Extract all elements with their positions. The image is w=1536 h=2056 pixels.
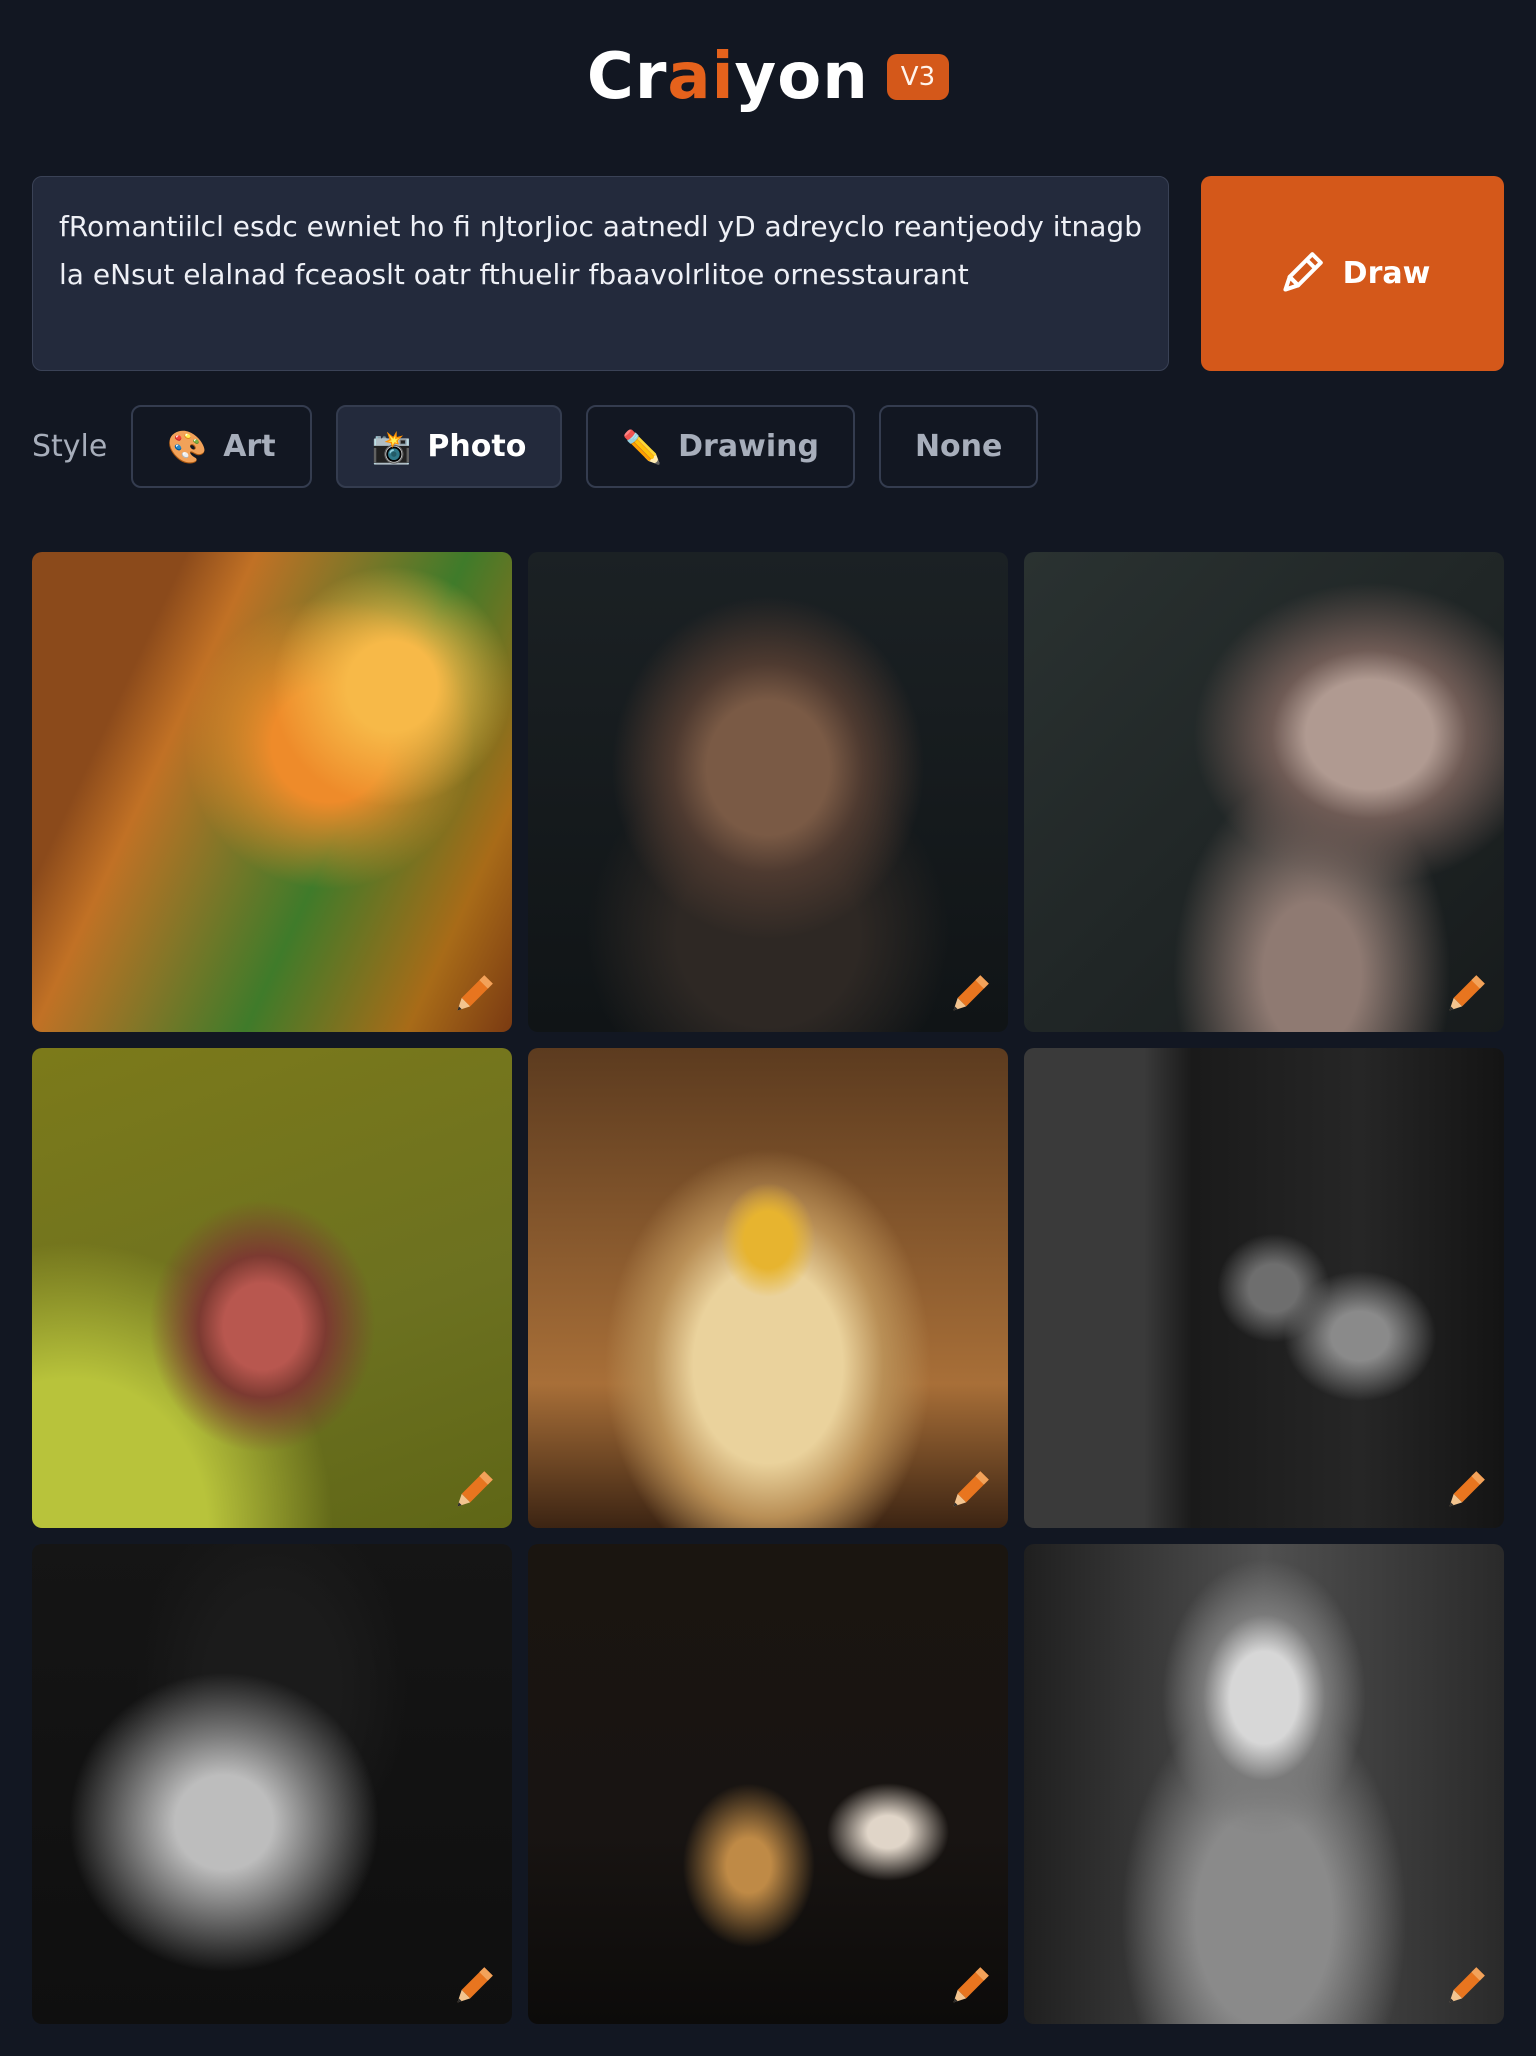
pencil-icon[interactable]: [448, 1962, 498, 2012]
pencil-icon[interactable]: [448, 1466, 498, 1516]
style-option-photo[interactable]: 📸 Photo: [335, 405, 563, 488]
camera-flash-icon: 📸: [371, 427, 412, 466]
style-option-art[interactable]: 🎨 Art: [131, 405, 312, 488]
style-option-label: Drawing: [678, 429, 819, 464]
result-image[interactable]: [1024, 552, 1504, 1032]
result-image[interactable]: [1024, 1048, 1504, 1528]
pencil-icon[interactable]: [944, 1962, 994, 2012]
prompt-input[interactable]: fRomantiilcl esdc ewniet ho fi nJtorJioc…: [32, 176, 1169, 371]
prompt-row: fRomantiilcl esdc ewniet ho fi nJtorJioc…: [32, 176, 1504, 371]
style-option-drawing[interactable]: ✏️ Drawing: [586, 405, 855, 488]
style-option-label: Photo: [427, 429, 527, 464]
result-image[interactable]: [528, 552, 1008, 1032]
results-grid: [32, 552, 1504, 2024]
result-image[interactable]: [32, 1048, 512, 1528]
draw-button[interactable]: Draw: [1201, 176, 1504, 371]
pencil-icon[interactable]: [944, 1466, 994, 1516]
style-label: Style: [32, 429, 108, 464]
pencil-icon[interactable]: [448, 970, 498, 1020]
pencil-icon: [1283, 251, 1323, 292]
page: Craiyon V3 fRomantiilcl esdc ewniet ho f…: [0, 0, 1536, 2056]
style-option-label: None: [914, 429, 1003, 464]
pencil-icon[interactable]: [1440, 970, 1490, 1020]
pencil-icon[interactable]: [944, 970, 994, 1020]
result-image[interactable]: [32, 1544, 512, 2024]
pencil-icon[interactable]: [1440, 1962, 1490, 2012]
version-badge: V3: [886, 54, 950, 100]
result-image[interactable]: [32, 552, 512, 1032]
result-image[interactable]: [528, 1048, 1008, 1528]
app-logo[interactable]: Craiyon V3: [0, 40, 1536, 114]
pencil-icon: ✏️: [622, 427, 663, 466]
style-selector: Style 🎨 Art 📸 Photo ✏️ Drawing None: [32, 405, 1039, 488]
result-image[interactable]: [1024, 1544, 1504, 2024]
draw-button-label: Draw: [1342, 256, 1431, 291]
palette-icon: 🎨: [167, 427, 208, 466]
style-option-none[interactable]: None: [878, 405, 1039, 488]
logo-wordmark: Craiyon: [586, 40, 869, 114]
result-image[interactable]: [528, 1544, 1008, 2024]
pencil-icon[interactable]: [1440, 1466, 1490, 1516]
style-option-label: Art: [223, 429, 276, 464]
